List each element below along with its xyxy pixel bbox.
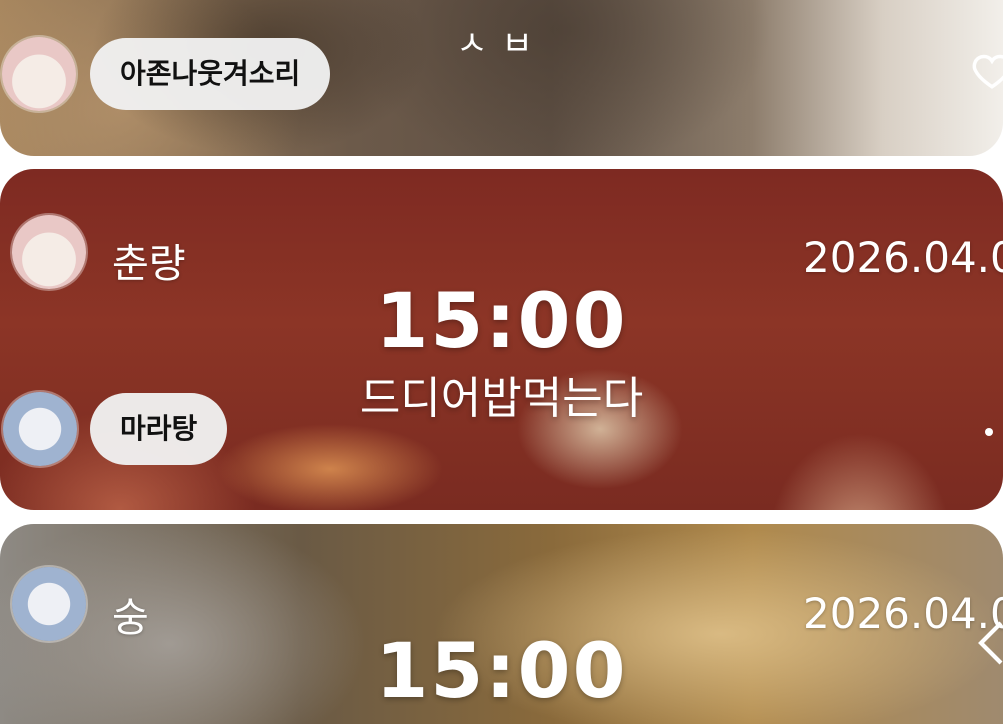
chevron-icon[interactable] [971, 618, 1003, 668]
post-date: 2026.04.0 [803, 233, 1003, 282]
heart-icon[interactable] [971, 50, 1003, 92]
post-time: 15:00 [375, 626, 628, 715]
commenter-avatar[interactable] [2, 37, 76, 111]
commenter-avatar[interactable] [3, 392, 77, 466]
commenter-name-pill[interactable]: 아존나웃겨소리 [90, 38, 331, 110]
post-time: 15:00 [375, 276, 628, 365]
dot-icon[interactable] [985, 428, 993, 436]
commenter-name-pill[interactable]: 마라탕 [90, 393, 228, 465]
